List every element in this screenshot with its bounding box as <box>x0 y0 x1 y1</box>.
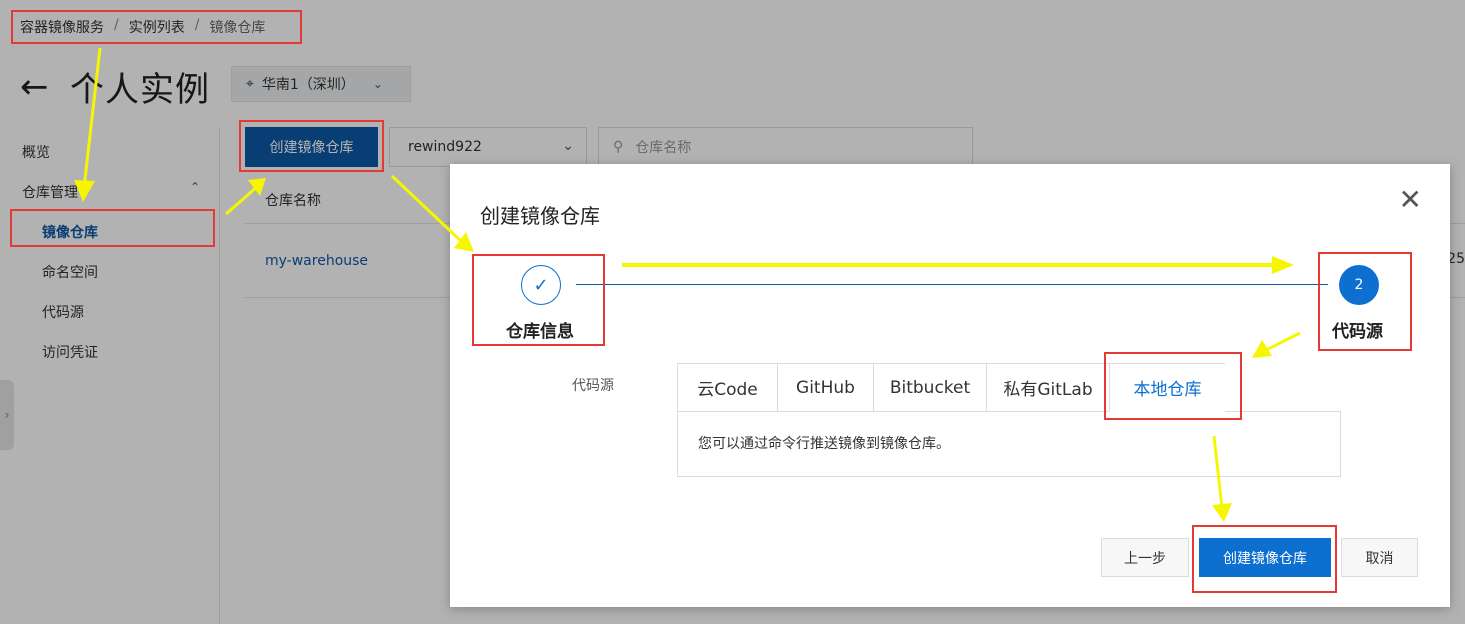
close-icon[interactable]: ✕ <box>1399 186 1422 214</box>
dialog-title: 创建镜像仓库 <box>480 204 600 228</box>
tab-github[interactable]: GitHub <box>777 363 873 412</box>
tab-yun-code[interactable]: 云Code <box>677 363 777 412</box>
highlight-box-local-tab <box>1104 352 1242 420</box>
tab-bar-filler <box>1225 363 1341 412</box>
highlight-box-breadcrumb <box>11 10 302 44</box>
highlight-box-step2 <box>1318 252 1412 351</box>
highlight-box-step1 <box>472 254 605 346</box>
highlight-box-create-submit <box>1192 525 1337 593</box>
tab-private-gitlab[interactable]: 私有GitLab <box>986 363 1109 412</box>
highlight-box-create-button <box>239 120 384 172</box>
tab-panel-text: 您可以通过命令行推送镜像到镜像仓库。 <box>677 411 1341 477</box>
cancel-button[interactable]: 取消 <box>1341 538 1418 577</box>
prev-step-button[interactable]: 上一步 <box>1101 538 1189 577</box>
source-field-label: 代码源 <box>572 378 614 394</box>
highlight-box-sidebar <box>10 209 215 247</box>
tab-bitbucket[interactable]: Bitbucket <box>873 363 986 412</box>
step-connector <box>576 284 1328 285</box>
